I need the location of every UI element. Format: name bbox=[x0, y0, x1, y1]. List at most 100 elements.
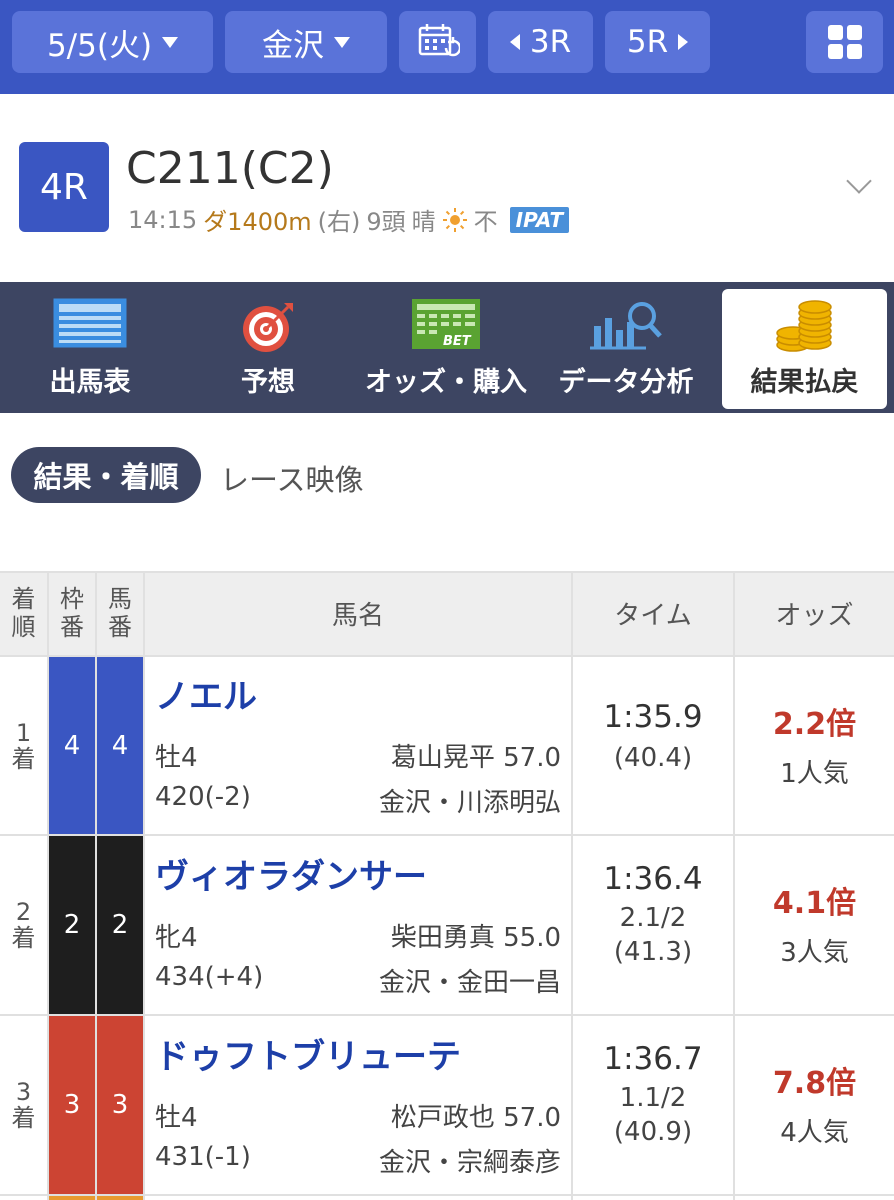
entry-table-icon bbox=[53, 298, 127, 348]
body-weight: 420(-2) bbox=[155, 782, 251, 812]
track-condition: 不 bbox=[473, 208, 498, 236]
race-distance: ダ1400m bbox=[203, 208, 312, 236]
prev-race-label: 3R bbox=[529, 24, 572, 60]
margin: 2.1/2 bbox=[619, 903, 687, 933]
table-row-rank: 2着 bbox=[0, 836, 47, 1014]
time-cell: 1:35.9 (40.4) bbox=[573, 699, 733, 775]
race-time: 14:15 bbox=[128, 205, 198, 234]
time-cell: 1:36.7 1.1/2 (40.9) bbox=[573, 1041, 733, 1149]
popularity: 1人気 bbox=[780, 759, 849, 789]
tab-label: データ分析 bbox=[558, 367, 694, 398]
bet-icon: BET bbox=[412, 299, 480, 349]
frame-number: 3 bbox=[49, 1016, 95, 1194]
jockey-weight: 柴田勇真 55.0 bbox=[390, 923, 561, 953]
sun-icon bbox=[442, 207, 467, 232]
popularity: 4人気 bbox=[780, 1118, 849, 1148]
frame-number: 2 bbox=[49, 836, 95, 1014]
chevron-right-icon bbox=[678, 34, 689, 50]
finish-time: 1:36.4 bbox=[603, 861, 703, 897]
trainer: 金沢・金田一昌 bbox=[378, 968, 561, 998]
tab-label: オッズ・購入 bbox=[365, 367, 527, 398]
margin: 1.1/2 bbox=[619, 1083, 687, 1113]
time-cell: 1:36.4 2.1/2 (41.3) bbox=[573, 861, 733, 969]
last-3f: (40.9) bbox=[613, 1117, 693, 1147]
horse-number: 2 bbox=[97, 836, 143, 1014]
rank-number: 1 bbox=[15, 718, 32, 747]
race-tabs-bar: 出馬表 予想 BET オッズ・購入 データ分析 結果払戻 bbox=[0, 282, 894, 413]
horse-name-link[interactable]: ノエル bbox=[155, 669, 257, 718]
chevron-left-icon bbox=[509, 34, 520, 50]
header-odds: オッズ bbox=[735, 571, 894, 655]
rank-number: 3 bbox=[15, 1078, 32, 1106]
tab-odds-purchase[interactable]: BET オッズ・購入 bbox=[358, 282, 534, 413]
horse-name-link[interactable]: ヴィオラダンサー bbox=[155, 849, 427, 898]
calendar-refresh-icon bbox=[418, 24, 460, 57]
body-weight: 431(-1) bbox=[155, 1142, 251, 1172]
grid-menu-button[interactable] bbox=[806, 11, 883, 73]
rank-suffix: 着 bbox=[11, 924, 36, 952]
horse-name-link[interactable]: ドゥフトブリューテ bbox=[155, 1029, 461, 1078]
horse-number: 3 bbox=[97, 1016, 143, 1194]
top-nav-bar: 5/5(火) 金沢 3R 5R bbox=[0, 0, 894, 94]
finish-time: 1:35.9 bbox=[603, 699, 703, 735]
svg-text:BET: BET bbox=[443, 334, 472, 349]
odds-cell: 2.2倍 1人気 bbox=[735, 699, 894, 790]
race-title: C211(C2) bbox=[126, 143, 334, 194]
subtab-race-video[interactable]: レース映像 bbox=[220, 457, 364, 499]
tab-label: 予想 bbox=[241, 367, 295, 398]
jockey-weight: 松戸政也 57.0 bbox=[390, 1103, 561, 1133]
next-race-button[interactable]: 5R bbox=[605, 11, 710, 73]
chevron-down-icon bbox=[162, 36, 179, 48]
tab-label: 結果払戻 bbox=[750, 367, 859, 398]
odds-value: 4.1倍 bbox=[772, 886, 857, 921]
sex-age: 牡4 bbox=[155, 1103, 198, 1133]
divider bbox=[0, 571, 894, 573]
prev-race-button[interactable]: 3R bbox=[488, 11, 593, 73]
tab-entries[interactable]: 出馬表 bbox=[2, 282, 178, 413]
venue-selector[interactable]: 金沢 bbox=[225, 11, 387, 73]
trainer: 金沢・川添明弘 bbox=[378, 788, 561, 818]
next-row-number bbox=[97, 1196, 143, 1200]
venue-label: 金沢 bbox=[262, 27, 324, 64]
last-3f: (41.3) bbox=[613, 937, 693, 967]
race-runners: 9頭 bbox=[366, 208, 406, 236]
header-horse-number: 馬番 bbox=[97, 571, 143, 655]
odds-cell: 4.1倍 3人気 bbox=[735, 878, 894, 969]
target-icon bbox=[243, 303, 293, 352]
coins-icon bbox=[775, 300, 832, 352]
header-horse-name: 馬名 bbox=[145, 571, 571, 655]
finish-time: 1:36.7 bbox=[603, 1041, 703, 1077]
table-row-rank: 1着 bbox=[0, 657, 47, 834]
date-selector[interactable]: 5/5(火) bbox=[12, 11, 213, 73]
race-weather: 晴 bbox=[411, 208, 436, 236]
race-info: 14:15 ダ1400m (右) 9頭 晴 不 IPAT bbox=[128, 202, 570, 237]
sex-age: 牡4 bbox=[155, 743, 198, 773]
odds-value: 7.8倍 bbox=[772, 1066, 857, 1101]
rank-suffix: 着 bbox=[11, 744, 36, 773]
calendar-button[interactable] bbox=[399, 11, 476, 73]
odds-value: 2.2倍 bbox=[772, 707, 857, 742]
header-rank: 着順 bbox=[0, 571, 47, 655]
next-row-frame bbox=[49, 1196, 95, 1200]
body-weight: 434(+4) bbox=[155, 962, 264, 992]
table-row-rank: 3着 bbox=[0, 1016, 47, 1194]
date-label: 5/5(火) bbox=[46, 27, 153, 64]
jockey-weight: 葛山晃平 57.0 bbox=[390, 743, 561, 773]
sex-age: 牝4 bbox=[155, 923, 198, 953]
ipat-badge: IPAT bbox=[509, 206, 570, 233]
rank-number: 2 bbox=[15, 898, 32, 926]
divider bbox=[143, 571, 145, 1200]
tab-data-analysis[interactable]: データ分析 bbox=[538, 282, 714, 413]
tab-prediction[interactable]: 予想 bbox=[180, 282, 356, 413]
popularity: 3人気 bbox=[780, 938, 849, 968]
tab-label: 出馬表 bbox=[49, 367, 131, 398]
horse-number: 4 bbox=[97, 657, 143, 834]
odds-cell: 7.8倍 4人気 bbox=[735, 1058, 894, 1149]
expand-chevron-icon[interactable] bbox=[846, 168, 872, 194]
last-3f: (40.4) bbox=[613, 743, 693, 773]
grid-icon bbox=[827, 25, 862, 59]
subtab-results-order[interactable]: 結果・着順 bbox=[11, 447, 201, 503]
rank-suffix: 着 bbox=[11, 1104, 36, 1132]
frame-number: 4 bbox=[49, 657, 95, 834]
tab-results-payout[interactable]: 結果払戻 bbox=[722, 289, 887, 409]
